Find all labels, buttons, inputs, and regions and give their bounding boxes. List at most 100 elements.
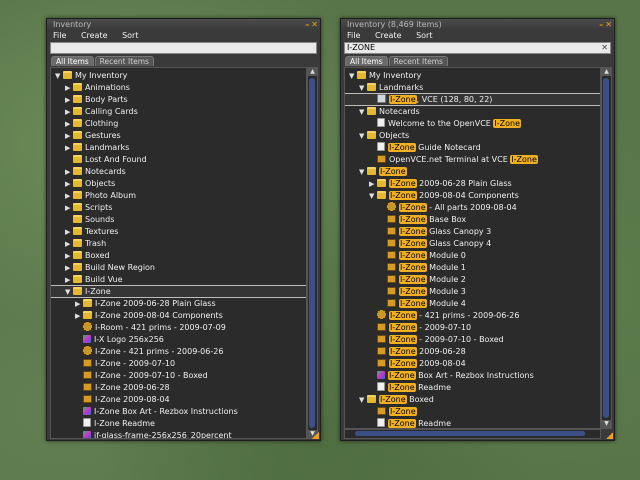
tree-row[interactable]: ▶ Trash — [51, 238, 306, 250]
tree-row[interactable]: Sounds — [51, 214, 306, 225]
tree-row[interactable]: ▶ Scripts — [51, 202, 306, 214]
tree-row[interactable]: OpenVCE.net Terminal at VCE I-Zone — [345, 154, 600, 165]
tree-row[interactable]: I-Zone — [345, 406, 600, 417]
expand-arrow-down-icon[interactable]: ▼ — [369, 191, 377, 202]
minimize-icon[interactable]: – — [305, 20, 309, 29]
tree-row[interactable]: I-Zone 2009-06-28 — [51, 382, 306, 393]
expand-arrow-right-icon[interactable]: ▶ — [65, 179, 73, 190]
expand-arrow-down-icon[interactable]: ▼ — [55, 71, 63, 82]
minimize-icon[interactable]: – — [599, 20, 603, 29]
expand-arrow-right-icon[interactable]: ▶ — [65, 227, 73, 238]
tree-row[interactable]: I-Zone - 2009-07-10 — [51, 358, 306, 369]
tab-recent-items[interactable]: Recent Items — [94, 56, 154, 66]
tree-row[interactable]: I-Zone Module 4 — [345, 298, 600, 309]
close-icon[interactable]: ✕ — [311, 20, 318, 29]
tree-row[interactable]: I-Zone Box Art - Rezbox Instructions — [51, 406, 306, 417]
menu-file[interactable]: File — [53, 31, 66, 40]
tree-row[interactable]: I-Zone - 2009-07-10 - Boxed — [345, 334, 600, 345]
search-input[interactable] — [50, 42, 317, 54]
tree-row[interactable]: I-Zone Module 1 — [345, 262, 600, 273]
tree-row[interactable]: I-Zone Readme — [51, 418, 306, 429]
expand-arrow-right-icon[interactable]: ▶ — [65, 83, 73, 94]
expand-arrow-down-icon[interactable]: ▼ — [359, 83, 367, 94]
tree-row[interactable]: ▶ Body Parts — [51, 94, 306, 106]
tree-row[interactable]: I-Zone Module 2 — [345, 274, 600, 285]
menu-file[interactable]: File — [347, 31, 360, 40]
search-input[interactable]: I-ZONE ✕ — [344, 42, 611, 54]
menu-create[interactable]: Create — [81, 31, 108, 40]
tree-row[interactable]: I-Zone, VCE (128, 80, 22) — [345, 93, 600, 106]
tree-row[interactable]: ▼ My Inventory — [345, 70, 600, 82]
tree-row[interactable]: ▶ I-Zone 2009-06-28 Plain Glass — [51, 298, 306, 309]
expand-arrow-down-icon[interactable]: ▼ — [359, 395, 367, 406]
tree-row[interactable]: ▶ Textures — [51, 226, 306, 238]
vertical-scrollbar[interactable]: ▲ ▼ — [307, 67, 318, 439]
resize-handle[interactable] — [606, 432, 613, 439]
expand-arrow-right-icon[interactable]: ▶ — [369, 179, 377, 190]
menu-sort[interactable]: Sort — [416, 31, 432, 40]
expand-arrow-down-icon[interactable]: ▼ — [359, 131, 367, 142]
tree-row[interactable]: ▶ I-Zone 2009-08-04 Components — [51, 310, 306, 322]
tree-row[interactable]: I-Zone Base Box — [345, 214, 600, 225]
expand-arrow-down-icon[interactable]: ▼ — [359, 167, 367, 178]
scroll-thumb[interactable] — [603, 78, 609, 418]
expand-arrow-right-icon[interactable]: ▶ — [65, 239, 73, 250]
expand-arrow-right-icon[interactable]: ▶ — [65, 203, 73, 214]
tree-row[interactable]: I-Zone 2009-08-04 — [51, 394, 306, 405]
tree-row[interactable]: ▶ Clothing — [51, 118, 306, 130]
expand-arrow-right-icon[interactable]: ▶ — [65, 119, 73, 130]
expand-arrow-down-icon[interactable]: ▼ — [65, 287, 73, 298]
menu-sort[interactable]: Sort — [122, 31, 138, 40]
tab-all-items[interactable]: All Items — [51, 56, 94, 66]
tree-row[interactable]: I-Zone Module 0 — [345, 250, 600, 261]
tree-row[interactable]: I-Zone Readme — [345, 382, 600, 393]
horizontal-scroll-thumb[interactable] — [355, 431, 585, 436]
tab-all-items[interactable]: All Items — [345, 56, 388, 66]
expand-arrow-down-icon[interactable]: ▼ — [349, 71, 357, 82]
window-titlebar[interactable]: Inventory (8,469 items) – ✕ — [341, 19, 614, 30]
close-icon[interactable]: ✕ — [605, 20, 612, 29]
expand-arrow-right-icon[interactable]: ▶ — [65, 131, 73, 142]
tree-row[interactable]: I-Zone Glass Canopy 4 — [345, 238, 600, 249]
tree-row[interactable]: ▶ Objects — [51, 178, 306, 190]
expand-arrow-down-icon[interactable]: ▼ — [359, 107, 367, 118]
tree-row[interactable]: I-Zone - All parts 2009-08-04 — [345, 202, 600, 213]
tab-recent-items[interactable]: Recent Items — [388, 56, 448, 66]
expand-arrow-right-icon[interactable]: ▶ — [65, 143, 73, 154]
expand-arrow-right-icon[interactable]: ▶ — [65, 275, 73, 286]
tree-row[interactable]: ▼ I-Zone — [51, 285, 306, 298]
horizontal-scrollbar[interactable] — [344, 429, 601, 439]
menu-create[interactable]: Create — [375, 31, 402, 40]
expand-arrow-right-icon[interactable]: ▶ — [65, 251, 73, 262]
expand-arrow-right-icon[interactable]: ▶ — [65, 95, 73, 106]
tree-row[interactable]: I-Zone Readme — [345, 418, 600, 428]
tree-row[interactable]: ▼ My Inventory — [51, 70, 306, 82]
tree-row[interactable]: ▶ Gestures — [51, 130, 306, 142]
tree-row[interactable]: I-Zone Guide Notecard — [345, 142, 600, 153]
resize-handle[interactable] — [312, 432, 319, 439]
window-titlebar[interactable]: Inventory – ✕ — [47, 19, 320, 30]
clear-search-icon[interactable]: ✕ — [601, 43, 608, 53]
tree-row[interactable]: ▼ Objects — [345, 130, 600, 142]
tree-row[interactable]: ▶ Notecards — [51, 166, 306, 178]
expand-arrow-right-icon[interactable]: ▶ — [75, 311, 83, 322]
tree-row[interactable]: I-Zone - 421 prims - 2009-06-26 — [345, 310, 600, 321]
tree-row[interactable]: if-glass-frame-256x256_20percent — [51, 430, 306, 438]
expand-arrow-right-icon[interactable]: ▶ — [65, 263, 73, 274]
expand-arrow-right-icon[interactable]: ▶ — [65, 107, 73, 118]
tree-row[interactable]: ▶ I-Zone 2009-06-28 Plain Glass — [345, 178, 600, 190]
tree-row[interactable]: ▼ I-Zone 2009-08-04 Components — [345, 190, 600, 202]
tree-row[interactable]: I-X Logo 256x256 — [51, 334, 306, 345]
tree-row[interactable]: I-Zone Module 3 — [345, 286, 600, 297]
tree-row[interactable]: ▶ Boxed — [51, 250, 306, 262]
expand-arrow-right-icon[interactable]: ▶ — [65, 191, 73, 202]
expand-arrow-right-icon[interactable]: ▶ — [65, 167, 73, 178]
tree-row[interactable]: ▼ I-Zone Boxed — [345, 394, 600, 406]
tree-row[interactable]: ▼ I-Zone — [345, 166, 600, 178]
tree-row[interactable]: I-Zone - 2009-07-10 — [345, 322, 600, 333]
tree-row[interactable]: ▶ Build New Region — [51, 262, 306, 274]
tree-row[interactable]: I-Zone 2009-06-28 — [345, 346, 600, 357]
scroll-up-icon[interactable]: ▲ — [308, 68, 317, 76]
tree-row[interactable]: I-Zone 2009-08-04 — [345, 358, 600, 369]
tree-row[interactable]: I-Zone Box Art - Rezbox Instructions — [345, 370, 600, 381]
